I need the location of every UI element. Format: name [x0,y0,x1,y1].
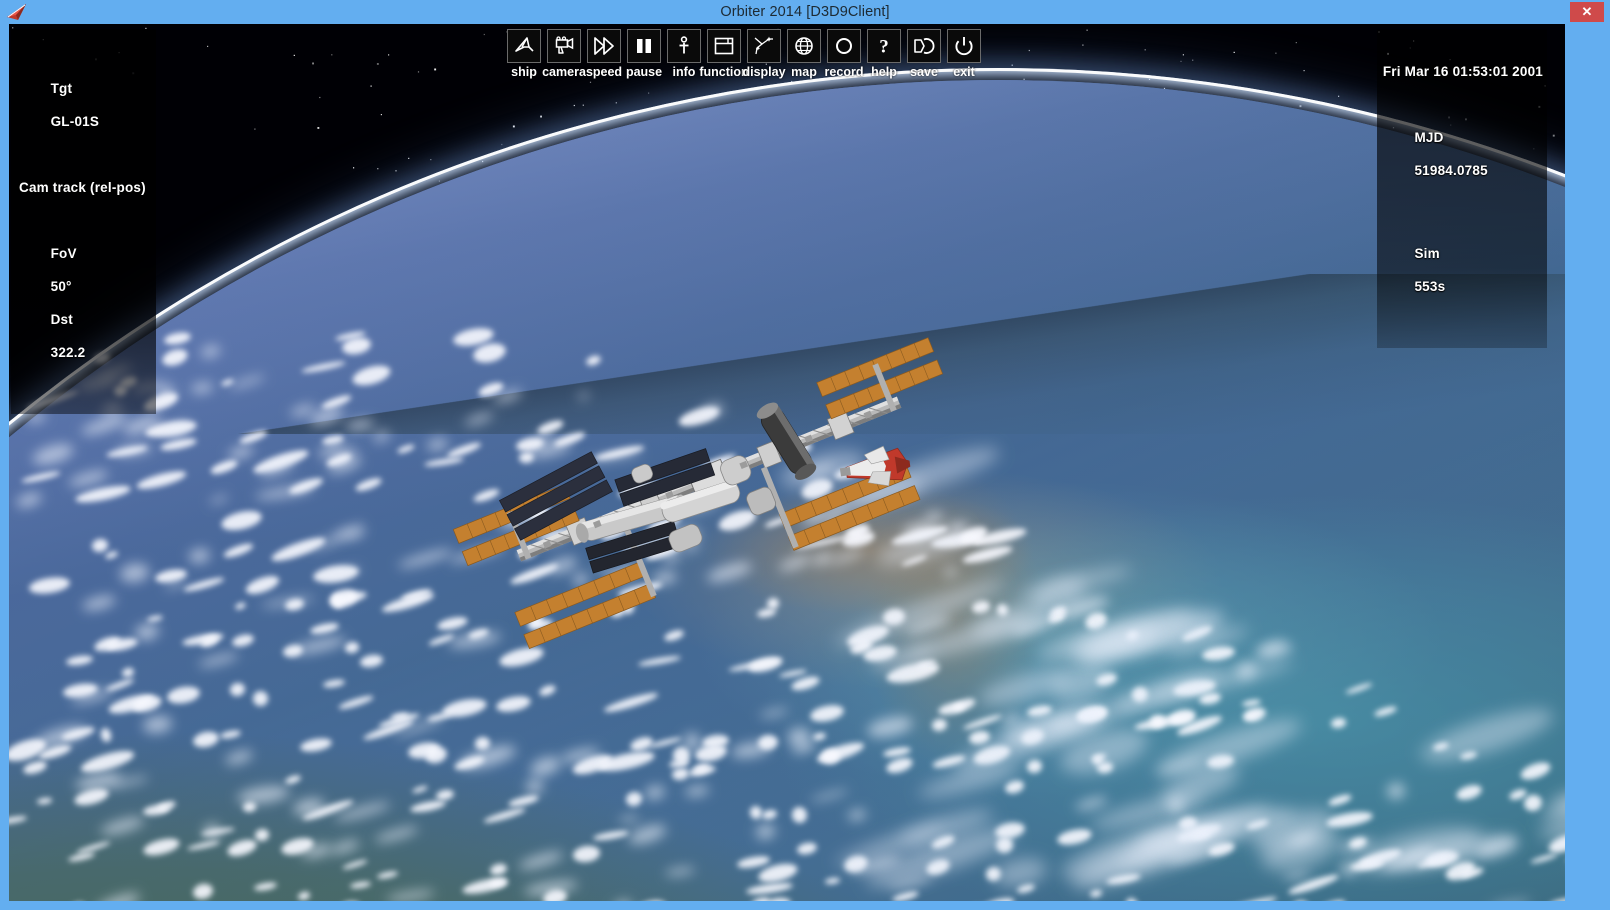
hud-right-panel: Fri Mar 16 01:53:01 2001 MJD 51984.0785 … [1376,29,1547,348]
toolbar-button-help[interactable]: ? help [867,29,901,79]
toolbar-button-save[interactable]: save [907,29,941,79]
toolbar-button-ship[interactable]: ship [507,29,541,79]
toolbar-button-map[interactable]: map [787,29,821,79]
toolbar-button-display[interactable]: display [742,29,786,79]
truss-assembly [516,396,902,562]
save-icon [907,29,941,63]
hud-target-value: GL-01S [50,113,100,129]
record-circle-icon [827,29,861,63]
hud-distance-value: 322.2 [50,344,86,360]
window-title: Orbiter 2014 [D3D9Client] [720,4,890,20]
toolbar-button-record[interactable]: record [824,29,864,79]
hud-target-key: Tgt [50,80,73,96]
hud-distance-key: Dst [50,311,73,327]
toolbar-label: record [824,65,864,79]
toolbar-label: help [871,65,897,79]
window-border-right [1565,24,1610,910]
title-bar: Orbiter 2014 [D3D9Client] ✕ [0,0,1610,24]
toolbar-label: info [672,65,696,79]
window-border-bottom [0,901,1610,910]
power-icon [947,29,981,63]
render-viewport[interactable]: Tgt GL-01S Cam track (rel-pos) FoV 50° D… [9,24,1565,901]
fast-forward-icon [587,29,621,63]
toolbar-button-camera[interactable]: camera [542,29,586,79]
toolbar-button-info[interactable]: info [667,29,701,79]
toolbar-label: save [910,65,938,79]
toolbar-button-speed[interactable]: speed [585,29,623,79]
hud-mjd-row: MJD 51984.0785 [1383,114,1543,197]
hud-left-panel: Tgt GL-01S Cam track (rel-pos) FoV 50° D… [11,29,156,414]
hud-date: Fri Mar 16 01:53:01 2001 [1382,64,1543,79]
window-border-left [0,24,9,910]
close-button[interactable]: ✕ [1570,2,1604,22]
hud-mjd-value: 51984.0785 [1414,163,1488,178]
constellation-icon [747,29,781,63]
hud-mjd-key: MJD [1414,130,1444,145]
info-icon [667,29,701,63]
hud-sim-row: Sim 553s [1383,229,1543,312]
toolbar-label: pause [625,65,663,79]
main-toolbar: ship camera speed pause info function di… [507,29,981,79]
globe-icon [787,29,821,63]
hud-sim-value: 553s [1414,278,1446,294]
pause-icon [627,29,661,63]
camera-icon [547,29,581,63]
orbiter-application-window: Orbiter 2014 [D3D9Client] ✕ Tgt GL-01S C… [0,0,1610,910]
hud-fov-key: FoV [50,245,77,261]
window-icon [707,29,741,63]
close-icon: ✕ [1581,4,1593,19]
hud-sim-key: Sim [1414,245,1440,261]
toolbar-button-exit[interactable]: exit [947,29,981,79]
toolbar-button-pause[interactable]: pause [625,29,663,79]
iss-spacecraft [452,337,944,650]
toolbar-label: display [742,65,786,79]
ship-icon [507,29,541,63]
toolbar-label: map [791,65,817,79]
toolbar-label: exit [953,65,975,79]
svg-text:?: ? [879,37,889,58]
toolbar-label: ship [511,65,537,79]
toolbar-label: speed [585,65,623,79]
hud-camera-mode: Cam track (rel-pos) [19,179,146,195]
question-mark-icon: ? [867,29,901,63]
toolbar-label: camera [542,65,586,79]
hud-fov-value: 50° [50,278,72,294]
hud-fov-row: FoV 50° Dst 322.2 [19,229,146,378]
toolbar-button-function[interactable]: function [699,29,749,79]
hud-target-row: Tgt GL-01S [19,64,146,147]
